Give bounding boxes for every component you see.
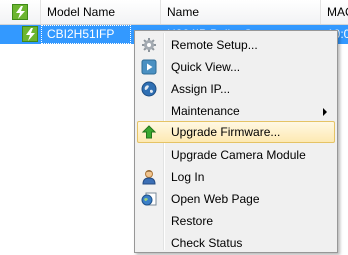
menu-item-open-web-page[interactable]: Open Web Page — [137, 188, 335, 210]
menu-item-quick-view[interactable]: Quick View... — [137, 56, 335, 78]
menu-item-label: Assign IP... — [171, 82, 231, 96]
column-header-model-name[interactable]: Model Name — [41, 0, 161, 24]
web-page-icon — [141, 191, 157, 207]
menu-item-upgrade-camera-module[interactable]: Upgrade Camera Module — [137, 144, 335, 166]
lightning-bolt-icon — [12, 4, 28, 20]
menu-item-label: Open Web Page — [171, 192, 260, 206]
menu-item-label: Log In — [171, 170, 205, 184]
submenu-arrow-icon — [323, 108, 327, 116]
menu-item-restore[interactable]: Restore — [137, 210, 335, 232]
menu-item-label: Check Status — [171, 236, 243, 250]
menu-item-log-in[interactable]: Log In — [137, 166, 335, 188]
menu-item-check-status[interactable]: Check Status — [137, 232, 335, 254]
menu-item-remote-setup[interactable]: Remote Setup... — [137, 34, 335, 56]
column-header-name[interactable]: Name — [161, 0, 321, 24]
menu-item-label: Upgrade Firmware... — [171, 125, 281, 139]
menu-item-upgrade-firmware[interactable]: Upgrade Firmware... — [137, 121, 335, 143]
column-header-mac[interactable]: MAC — [321, 0, 348, 24]
menu-item-label: Restore — [171, 214, 214, 228]
gear-icon — [141, 37, 157, 53]
menu-item-maintenance[interactable]: Maintenance — [137, 100, 335, 122]
header-icon-column[interactable] — [0, 0, 41, 24]
user-icon — [141, 169, 157, 185]
green-arrow-icon — [141, 124, 157, 140]
menu-item-label: Remote Setup... — [171, 38, 258, 52]
menu-item-label: Upgrade Camera Module — [171, 148, 306, 162]
menu-item-label: Maintenance — [171, 104, 240, 118]
focus-rectangle — [41, 25, 131, 44]
menu-item-assign-ip[interactable]: Assign IP... — [137, 78, 335, 100]
table-header: Model Name Name MAC — [0, 0, 348, 25]
context-menu: Remote Setup... Quick View... Assign IP.… — [134, 30, 338, 253]
menu-item-label: Quick View... — [171, 60, 241, 74]
lightning-bolt-icon — [22, 26, 38, 42]
play-icon — [141, 59, 157, 75]
globe-icon — [141, 81, 157, 97]
